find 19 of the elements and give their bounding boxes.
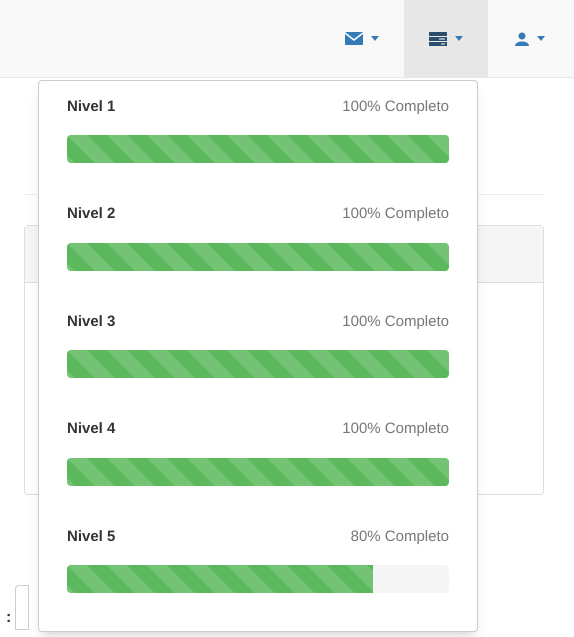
level-title: Nivel 2 [67, 204, 116, 224]
level-title: Nivel 3 [67, 312, 116, 332]
nav-dropdown-toggle[interactable] [404, 0, 488, 77]
caret-icon [455, 36, 463, 41]
progress-reading: 100% Completo [342, 312, 449, 332]
user-icon [515, 32, 529, 46]
envelope-icon [345, 32, 363, 45]
caret-icon [371, 36, 379, 41]
caret-icon [537, 36, 545, 41]
list-icon [429, 32, 447, 46]
level-title: Nivel 1 [67, 96, 116, 117]
label-text: : [6, 608, 12, 628]
progress-reading: 80% Completo [350, 526, 449, 547]
progress-reading: 100% Completo [342, 419, 449, 440]
progress-reading: 100% Completo [342, 204, 449, 224]
level-title: Nivel 5 [67, 526, 116, 547]
progress-reading: 100% Completo [342, 96, 449, 117]
input-field[interactable] [15, 585, 30, 630]
level-title: Nivel 4 [67, 419, 116, 440]
